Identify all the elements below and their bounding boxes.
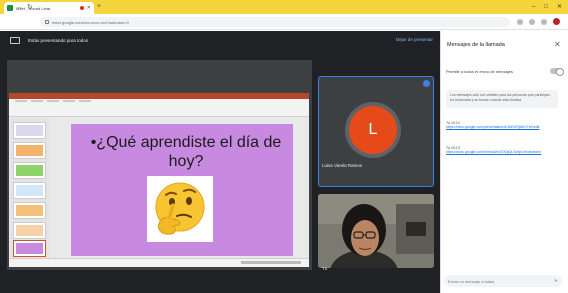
profile-avatar[interactable] bbox=[553, 18, 560, 25]
maximize-icon[interactable]: □ bbox=[544, 2, 548, 12]
allow-messages-label: Permitir a todos el envío de mensajes bbox=[446, 68, 513, 74]
slide-thumbnail[interactable] bbox=[13, 182, 46, 199]
camera-permission-icon[interactable] bbox=[517, 18, 523, 25]
minimize-icon[interactable]: – bbox=[532, 2, 535, 12]
extension-icon[interactable] bbox=[541, 18, 547, 25]
ribbon-tab[interactable] bbox=[79, 100, 91, 102]
participant-name: Luisa Varela Ramos bbox=[322, 163, 363, 168]
message-link[interactable]: https://docs.google.com/forms/d/e/1FAIpQ… bbox=[446, 150, 558, 155]
participant-name: Tú bbox=[322, 266, 328, 271]
stop-presenting-button[interactable]: Dejar de presentar bbox=[396, 31, 433, 49]
url-text: meet.google.com/xxx-xxxx-xxx?authuser=0 bbox=[52, 19, 129, 25]
chat-message: Tú 10:13 https://docs.google.com/forms/d… bbox=[446, 146, 558, 155]
chat-input-box: ➤ bbox=[444, 275, 562, 287]
reload-icon[interactable]: ↻ bbox=[27, 3, 33, 13]
ribbon-tab[interactable] bbox=[47, 100, 59, 102]
present-screen-icon bbox=[10, 36, 20, 44]
close-window-icon[interactable]: ✕ bbox=[557, 2, 562, 12]
chat-input[interactable] bbox=[448, 278, 548, 284]
presenting-text: Estás presentando para todos bbox=[28, 37, 89, 43]
slide-thumbnail[interactable] bbox=[13, 162, 46, 179]
ribbon-tab[interactable] bbox=[63, 100, 75, 102]
close-tab-icon[interactable]: ✕ bbox=[87, 5, 91, 11]
back-icon[interactable]: ← bbox=[5, 3, 12, 13]
ppt-ribbon bbox=[9, 99, 309, 117]
lock-icon bbox=[45, 20, 49, 24]
send-icon[interactable]: ➤ bbox=[554, 278, 558, 284]
toolbar-icons bbox=[517, 18, 560, 25]
forward-icon[interactable]: → bbox=[16, 3, 23, 13]
participant-camera-tile[interactable] bbox=[318, 194, 434, 268]
slide-thumbnail-pane bbox=[10, 118, 50, 258]
recording-dot-icon bbox=[79, 6, 84, 10]
chat-panel-title: Mensajes de la llamada bbox=[447, 42, 505, 48]
slide-thumbnail[interactable] bbox=[13, 222, 46, 239]
ppt-status-bar bbox=[9, 258, 309, 267]
chat-message: Tú 10:12 https://docs.google.com/present… bbox=[446, 121, 558, 130]
star-icon[interactable] bbox=[529, 18, 535, 25]
thinking-face-icon bbox=[155, 182, 205, 235]
address-bar[interactable]: meet.google.com/xxx-xxxx-xxx?authuser=0 bbox=[40, 17, 510, 27]
zoom-slider[interactable] bbox=[241, 261, 301, 264]
avatar: L bbox=[349, 106, 397, 154]
slide-thumbnail[interactable] bbox=[13, 122, 46, 139]
tab-title: Meet - Round Lima bbox=[16, 5, 51, 11]
presenting-banner: Estás presentando para todos Dejar de pr… bbox=[0, 31, 440, 49]
close-icon[interactable]: ✕ bbox=[554, 40, 561, 50]
audio-indicator-icon bbox=[423, 80, 430, 87]
chat-notice: Los mensajes solo son visibles para las … bbox=[446, 90, 558, 108]
ribbon-tab[interactable] bbox=[15, 100, 27, 102]
message-link[interactable]: https://docs.google.com/presentation/d/1… bbox=[446, 125, 558, 130]
slide-thumbnail[interactable] bbox=[13, 142, 46, 159]
thinking-face-image bbox=[147, 176, 213, 242]
slide-title: •¿Qué aprendiste el día de hoy? bbox=[90, 134, 282, 170]
slide-thumbnail[interactable] bbox=[13, 202, 46, 219]
ribbon-tab[interactable] bbox=[31, 100, 43, 102]
allow-messages-row: Permitir a todos el envío de mensajes bbox=[446, 66, 564, 76]
allow-messages-toggle[interactable] bbox=[550, 68, 564, 76]
window-controls: – □ ✕ bbox=[532, 2, 562, 12]
new-tab-button[interactable]: + bbox=[97, 2, 101, 12]
slide-thumbnail-selected[interactable] bbox=[13, 240, 46, 257]
participant-video-feed bbox=[318, 194, 434, 268]
